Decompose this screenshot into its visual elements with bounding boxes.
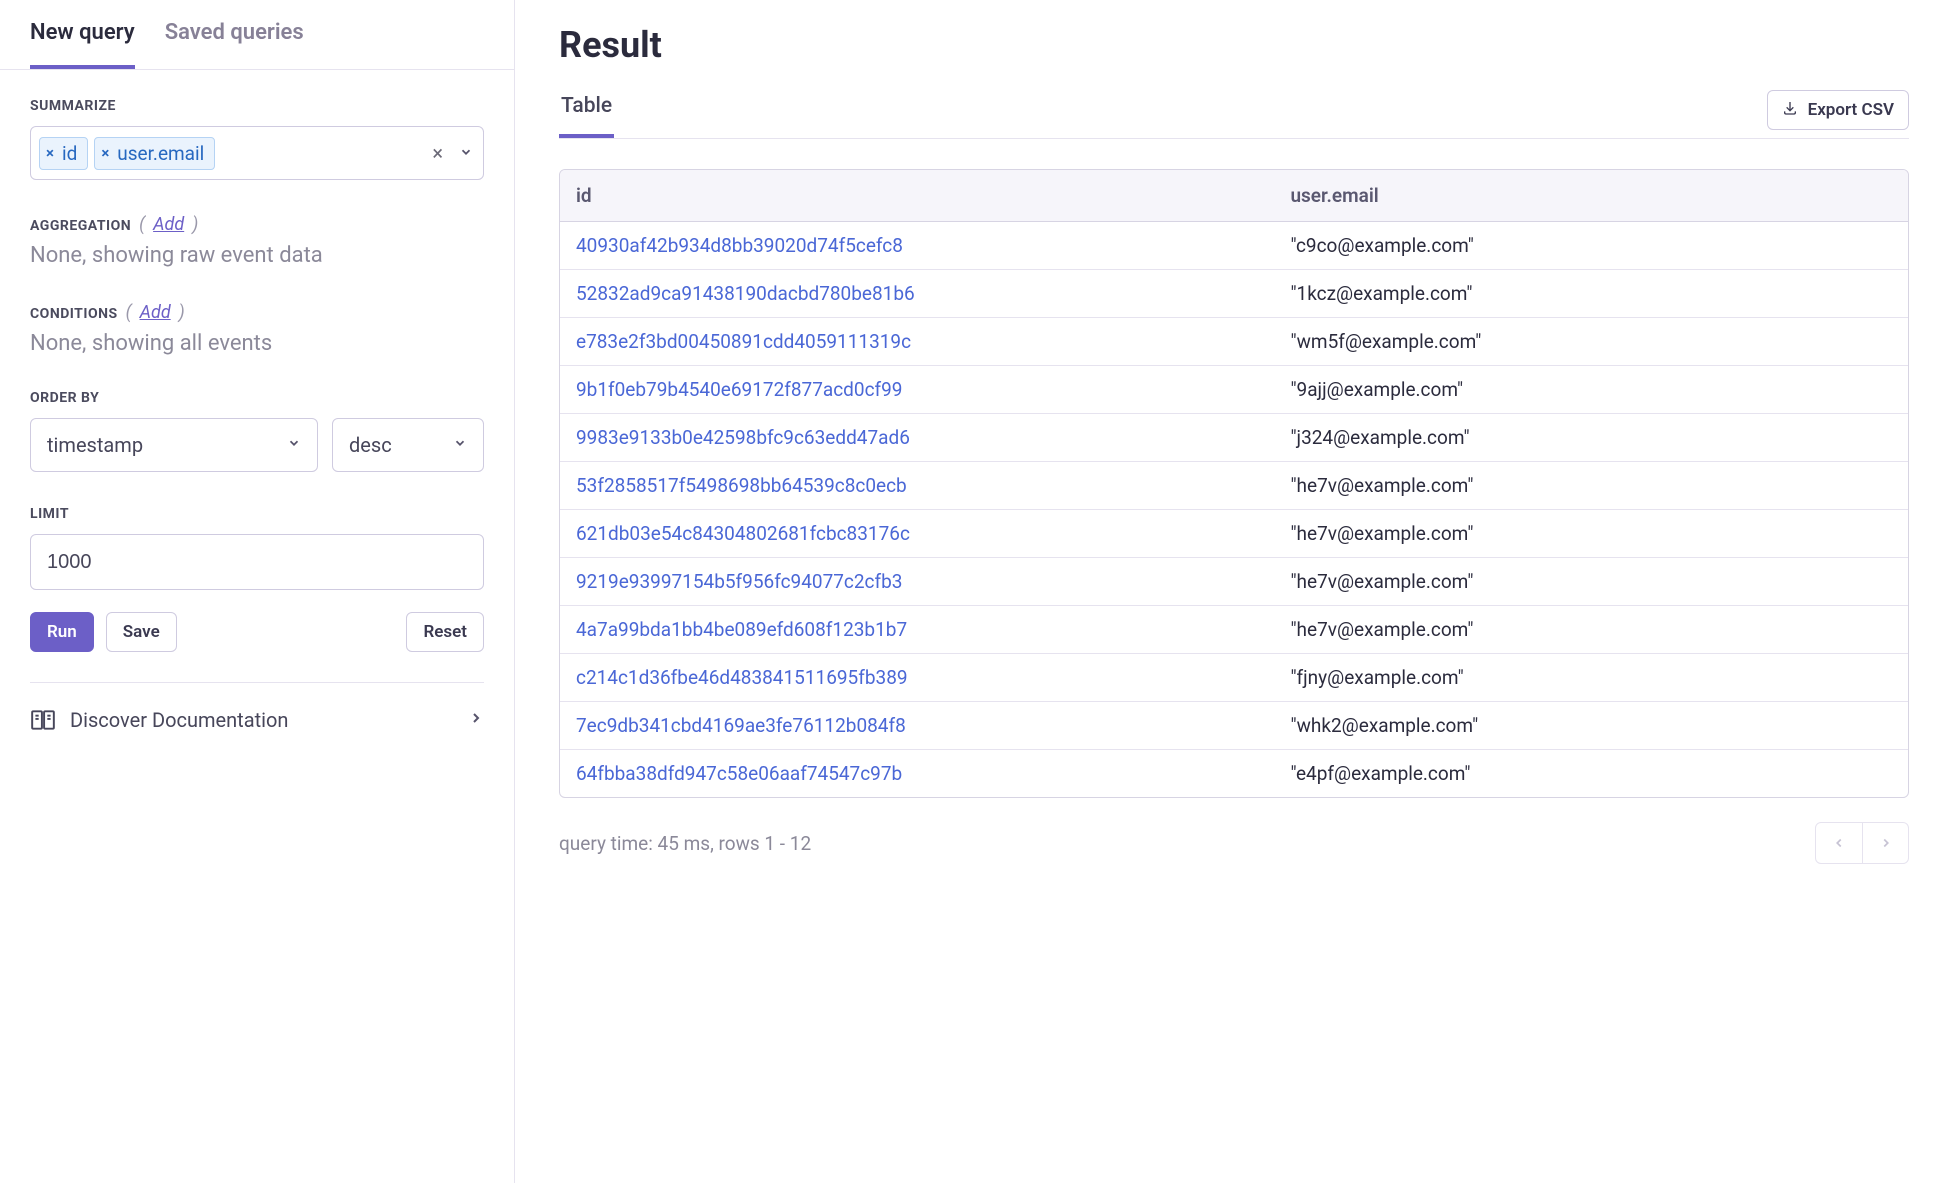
cell-id[interactable]: 4a7a99bda1bb4be089efd608f123b1b7 [560, 606, 1274, 654]
cell-email: "fjny@example.com" [1274, 654, 1908, 702]
cell-id[interactable]: 9219e93997154b5f956fc94077c2cfb3 [560, 558, 1274, 606]
table-row: 621db03e54c84304802681fcbc83176c"he7v@ex… [560, 510, 1908, 558]
paren-close: ) [192, 214, 198, 235]
table-row: 9983e9133b0e42598bfc9c63edd47ad6"j324@ex… [560, 414, 1908, 462]
table-row: 7ec9db341cbd4169ae3fe76112b084f8"whk2@ex… [560, 702, 1908, 750]
chevron-down-icon[interactable] [457, 140, 475, 167]
cell-email: "he7v@example.com" [1274, 462, 1908, 510]
results-table: id user.email 40930af42b934d8bb39020d74f… [559, 169, 1909, 798]
cell-email: "9ajj@example.com" [1274, 366, 1908, 414]
cell-email: "c9co@example.com" [1274, 222, 1908, 270]
table-row: e783e2f3bd00450891cdd4059111319c"wm5f@ex… [560, 318, 1908, 366]
orderby-direction-value: desc [349, 433, 392, 457]
query-meta: query time: 45 ms, rows 1 - 12 [559, 832, 811, 855]
export-csv-label: Export CSV [1808, 100, 1894, 120]
pager [1815, 822, 1909, 864]
summarize-input[interactable]: × id × user.email × [30, 126, 484, 180]
paren-close: ) [179, 302, 185, 323]
cell-id[interactable]: c214c1d36fbe46d483841511695fb389 [560, 654, 1274, 702]
tag-label: id [62, 142, 77, 165]
summarize-label: SUMMARIZE [30, 98, 484, 114]
conditions-add-link[interactable]: Add [140, 302, 171, 323]
book-icon [30, 707, 56, 733]
table-row: 52832ad9ca91438190dacbd780be81b6"1kcz@ex… [560, 270, 1908, 318]
table-row: 40930af42b934d8bb39020d74f5cefc8"c9co@ex… [560, 222, 1908, 270]
conditions-label: CONDITIONS [30, 306, 118, 322]
result-title: Result [559, 24, 1909, 66]
cell-id[interactable]: 7ec9db341cbd4169ae3fe76112b084f8 [560, 702, 1274, 750]
orderby-field-value: timestamp [47, 433, 143, 457]
limit-label: LIMIT [30, 506, 484, 522]
pager-prev-button[interactable] [1816, 823, 1862, 863]
cell-email: "whk2@example.com" [1274, 702, 1908, 750]
cell-id[interactable]: 40930af42b934d8bb39020d74f5cefc8 [560, 222, 1274, 270]
close-icon[interactable]: × [46, 144, 54, 162]
orderby-field-select[interactable]: timestamp [30, 418, 318, 472]
clear-all-icon[interactable]: × [424, 137, 451, 169]
cell-id[interactable]: 621db03e54c84304802681fcbc83176c [560, 510, 1274, 558]
download-icon [1782, 100, 1798, 121]
save-button[interactable]: Save [106, 612, 177, 652]
reset-button[interactable]: Reset [406, 612, 484, 652]
table-row: 9219e93997154b5f956fc94077c2cfb3"he7v@ex… [560, 558, 1908, 606]
table-row: c214c1d36fbe46d483841511695fb389"fjny@ex… [560, 654, 1908, 702]
conditions-empty: None, showing all events [30, 331, 484, 356]
export-csv-button[interactable]: Export CSV [1767, 90, 1909, 130]
chevron-down-icon [453, 436, 467, 454]
paren-open: ( [126, 302, 132, 323]
table-row: 64fbba38dfd947c58e06aaf74547c97b"e4pf@ex… [560, 750, 1908, 798]
cell-id[interactable]: 52832ad9ca91438190dacbd780be81b6 [560, 270, 1274, 318]
table-row: 4a7a99bda1bb4be089efd608f123b1b7"he7v@ex… [560, 606, 1908, 654]
paren-open: ( [139, 214, 145, 235]
table-row: 9b1f0eb79b4540e69172f877acd0cf99"9ajj@ex… [560, 366, 1908, 414]
pager-next-button[interactable] [1862, 823, 1908, 863]
column-header-email[interactable]: user.email [1274, 170, 1908, 222]
cell-email: "j324@example.com" [1274, 414, 1908, 462]
discover-documentation-link[interactable]: Discover Documentation [30, 707, 484, 733]
query-tabs: New query Saved queries [0, 10, 514, 70]
tab-saved-queries[interactable]: Saved queries [165, 20, 304, 69]
close-icon[interactable]: × [101, 144, 109, 162]
column-header-id[interactable]: id [560, 170, 1274, 222]
aggregation-add-link[interactable]: Add [153, 214, 184, 235]
result-tab-table[interactable]: Table [559, 90, 614, 138]
doc-link-label: Discover Documentation [70, 708, 288, 732]
cell-email: "he7v@example.com" [1274, 510, 1908, 558]
aggregation-empty: None, showing raw event data [30, 243, 484, 268]
cell-email: "wm5f@example.com" [1274, 318, 1908, 366]
limit-input[interactable] [30, 534, 484, 590]
cell-id[interactable]: 9b1f0eb79b4540e69172f877acd0cf99 [560, 366, 1274, 414]
run-button[interactable]: Run [30, 612, 94, 652]
orderby-direction-select[interactable]: desc [332, 418, 484, 472]
cell-id[interactable]: e783e2f3bd00450891cdd4059111319c [560, 318, 1274, 366]
cell-email: "e4pf@example.com" [1274, 750, 1908, 798]
tag-label: user.email [117, 142, 204, 165]
chevron-right-icon [468, 710, 484, 731]
chevron-down-icon [287, 436, 301, 454]
aggregation-label: AGGREGATION [30, 218, 131, 234]
orderby-label: ORDER BY [30, 390, 484, 406]
cell-email: "he7v@example.com" [1274, 606, 1908, 654]
cell-email: "1kcz@example.com" [1274, 270, 1908, 318]
cell-id[interactable]: 64fbba38dfd947c58e06aaf74547c97b [560, 750, 1274, 798]
tab-new-query[interactable]: New query [30, 20, 135, 69]
summarize-tag[interactable]: × user.email [94, 137, 215, 170]
cell-id[interactable]: 9983e9133b0e42598bfc9c63edd47ad6 [560, 414, 1274, 462]
cell-id[interactable]: 53f2858517f5498698bb64539c8c0ecb [560, 462, 1274, 510]
cell-email: "he7v@example.com" [1274, 558, 1908, 606]
table-row: 53f2858517f5498698bb64539c8c0ecb"he7v@ex… [560, 462, 1908, 510]
summarize-tag[interactable]: × id [39, 137, 88, 170]
